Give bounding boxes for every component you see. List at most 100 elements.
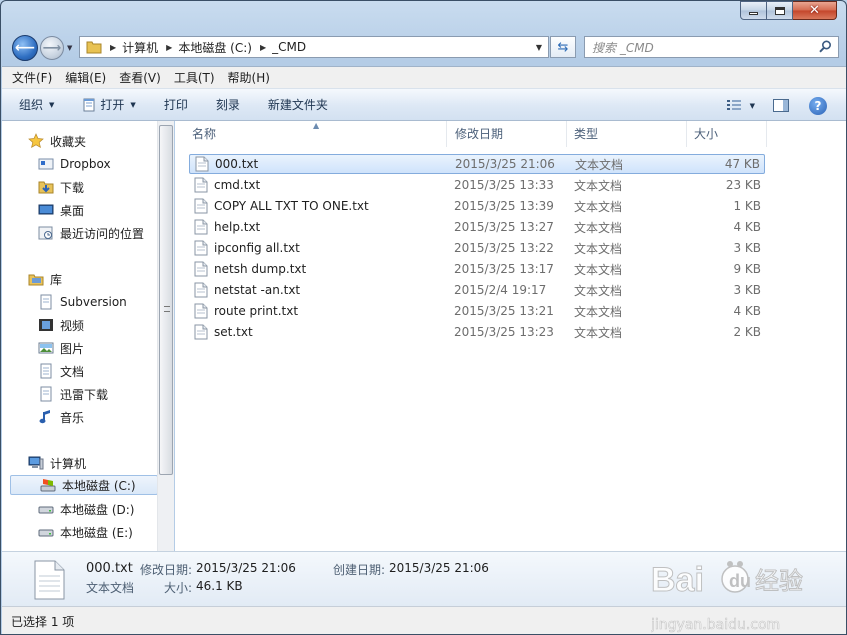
music-icon — [39, 410, 50, 424]
nav-item-label: Subversion — [60, 295, 127, 309]
change-view-button[interactable]: ▼ — [726, 99, 755, 112]
file-name: cmd.txt — [214, 178, 261, 192]
command-bar-right: ▼ ? — [726, 89, 846, 122]
address-dropdown-icon[interactable]: ▼ — [536, 43, 542, 52]
file-size: 4 KB — [733, 304, 761, 318]
breadcrumb-cmd-folder[interactable]: _CMD — [272, 40, 306, 54]
menu-bar: 文件(F) 编辑(E) 查看(V) 工具(T) 帮助(H) — [2, 66, 846, 88]
file-row-netsh[interactable]: netsh dump.txt 2015/3/25 13:17 文本文档 9 KB — [189, 259, 765, 279]
file-name: netstat -an.txt — [214, 283, 301, 297]
file-row-route-print[interactable]: route print.txt 2015/3/25 13:21 文本文档 4 K… — [189, 301, 765, 321]
nav-item-desktop[interactable]: 桌面 — [38, 200, 84, 220]
breadcrumb-computer[interactable]: 计算机 — [122, 39, 158, 56]
file-size: 47 KB — [724, 157, 760, 171]
search-icon[interactable] — [819, 40, 832, 53]
print-button[interactable]: 打印 — [164, 96, 188, 113]
text-file-icon — [194, 240, 208, 256]
nav-item-dropbox[interactable]: Dropbox — [38, 154, 111, 174]
details-created-label: 创建日期: — [333, 563, 386, 577]
details-created-value: 2015/3/25 21:06 — [389, 561, 489, 575]
nav-item-documents[interactable]: 文档 — [38, 361, 84, 381]
text-file-icon — [194, 324, 208, 340]
file-size: 3 KB — [733, 283, 761, 297]
nav-item-thunder-downloads[interactable]: 迅雷下载 — [38, 384, 108, 404]
search-input[interactable]: 搜索 _CMD — [584, 36, 839, 58]
preview-pane-icon[interactable] — [773, 99, 789, 112]
document-icon — [40, 363, 52, 379]
details-modified-value: 2015/3/25 21:06 — [196, 561, 296, 575]
breadcrumb-drive-c[interactable]: 本地磁盘 (C:) — [178, 39, 252, 56]
address-bar[interactable]: ▶ 计算机 ▶ 本地磁盘 (C:) ▶ _CMD ▼ — [79, 36, 549, 58]
recent-pages-dropdown[interactable]: ▼ — [67, 44, 72, 52]
text-file-icon — [194, 303, 208, 319]
breadcrumb-separator-icon[interactable]: ▶ — [110, 43, 116, 52]
text-file-icon — [194, 177, 208, 193]
desktop-icon — [38, 204, 54, 215]
column-header-date[interactable]: 修改日期 — [447, 121, 567, 147]
file-size: 2 KB — [733, 325, 761, 339]
back-button[interactable]: ⟵ — [12, 35, 38, 61]
file-row-help[interactable]: help.txt 2015/3/25 13:27 文本文档 4 KB — [189, 217, 765, 237]
navigation-scrollbar[interactable] — [157, 121, 174, 551]
nav-computer[interactable]: 计算机 — [28, 453, 86, 473]
nav-item-videos[interactable]: 视频 — [38, 315, 84, 335]
scrollbar-thumb[interactable] — [159, 125, 173, 475]
file-row-cmd[interactable]: cmd.txt 2015/3/25 13:33 文本文档 23 KB — [189, 175, 765, 195]
breadcrumb-separator-icon[interactable]: ▶ — [166, 43, 172, 52]
file-date: 2015/3/25 13:17 — [454, 262, 554, 276]
nav-item-downloads[interactable]: 下载 — [38, 177, 84, 197]
help-icon[interactable]: ? — [809, 96, 827, 115]
maximize-icon — [774, 6, 785, 15]
file-date: 2015/3/25 13:22 — [454, 241, 554, 255]
nav-libraries[interactable]: 库 — [28, 269, 62, 289]
nav-item-drive-d[interactable]: 本地磁盘 (D:) — [38, 499, 134, 519]
column-header-type[interactable]: 类型 — [566, 121, 687, 147]
minimize-button[interactable] — [740, 1, 767, 20]
refresh-button[interactable]: ⇆ — [550, 36, 576, 58]
nav-favorites-label: 收藏夹 — [50, 134, 87, 149]
nav-favorites[interactable]: 收藏夹 — [28, 131, 86, 151]
file-row-copy-all-txt[interactable]: COPY ALL TXT TO ONE.txt 2015/3/25 13:39 … — [189, 196, 765, 216]
breadcrumb-separator-icon[interactable]: ▶ — [260, 43, 266, 52]
file-type: 文本文档 — [574, 283, 623, 298]
column-header-size[interactable]: 大小 — [686, 121, 767, 147]
nav-item-drive-e[interactable]: 本地磁盘 (E:) — [38, 522, 133, 542]
picture-icon — [38, 342, 54, 354]
menu-file[interactable]: 文件(F) — [12, 69, 52, 86]
sort-ascending-icon: ▲ — [313, 121, 320, 130]
minimize-icon — [749, 12, 758, 15]
file-row-000[interactable]: 000.txt 2015/3/25 21:06 文本文档 47 KB — [189, 154, 765, 174]
burn-button[interactable]: 刻录 — [216, 96, 240, 113]
file-row-set[interactable]: set.txt 2015/3/25 13:23 文本文档 2 KB — [189, 322, 765, 342]
menu-view[interactable]: 查看(V) — [119, 69, 161, 86]
nav-item-label: 本地磁盘 (D:) — [60, 502, 135, 517]
nav-item-pictures[interactable]: 图片 — [38, 338, 84, 358]
file-type: 文本文档 — [574, 241, 623, 256]
nav-item-label: Dropbox — [60, 157, 111, 171]
nav-computer-label: 计算机 — [50, 456, 87, 471]
close-button[interactable]: ✕ — [793, 1, 837, 20]
menu-tools[interactable]: 工具(T) — [174, 69, 215, 86]
new-folder-button[interactable]: 新建文件夹 — [268, 96, 328, 113]
file-type: 文本文档 — [574, 304, 623, 319]
details-pane: 000.txt 文本文档 修改日期: 2015/3/25 21:06 创建日期:… — [2, 551, 846, 606]
open-button[interactable]: 打开 ▼ — [82, 96, 136, 113]
system-drive-icon — [40, 479, 56, 492]
nav-item-recent-places[interactable]: 最近访问的位置 — [38, 223, 144, 243]
nav-item-music[interactable]: 音乐 — [38, 407, 84, 427]
organize-button[interactable]: 组织 ▼ — [19, 96, 54, 113]
text-file-large-icon — [34, 560, 65, 600]
file-type: 文本文档 — [574, 325, 623, 340]
file-date: 2015/3/25 21:06 — [455, 157, 555, 171]
close-icon: ✕ — [809, 3, 820, 18]
nav-item-drive-c[interactable]: 本地磁盘 (C:) — [10, 475, 158, 495]
menu-edit[interactable]: 编辑(E) — [65, 69, 106, 86]
forward-button[interactable]: ⟶ — [40, 36, 64, 60]
nav-item-subversion[interactable]: Subversion — [38, 292, 127, 312]
file-row-netstat[interactable]: netstat -an.txt 2015/2/4 19:17 文本文档 3 KB — [189, 280, 765, 300]
nav-item-label: 本地磁盘 (E:) — [60, 525, 133, 540]
maximize-button[interactable] — [767, 1, 793, 20]
file-row-ipconfig[interactable]: ipconfig all.txt 2015/3/25 13:22 文本文档 3 … — [189, 238, 765, 258]
menu-help[interactable]: 帮助(H) — [228, 69, 270, 86]
nav-item-label: 桌面 — [60, 203, 85, 218]
